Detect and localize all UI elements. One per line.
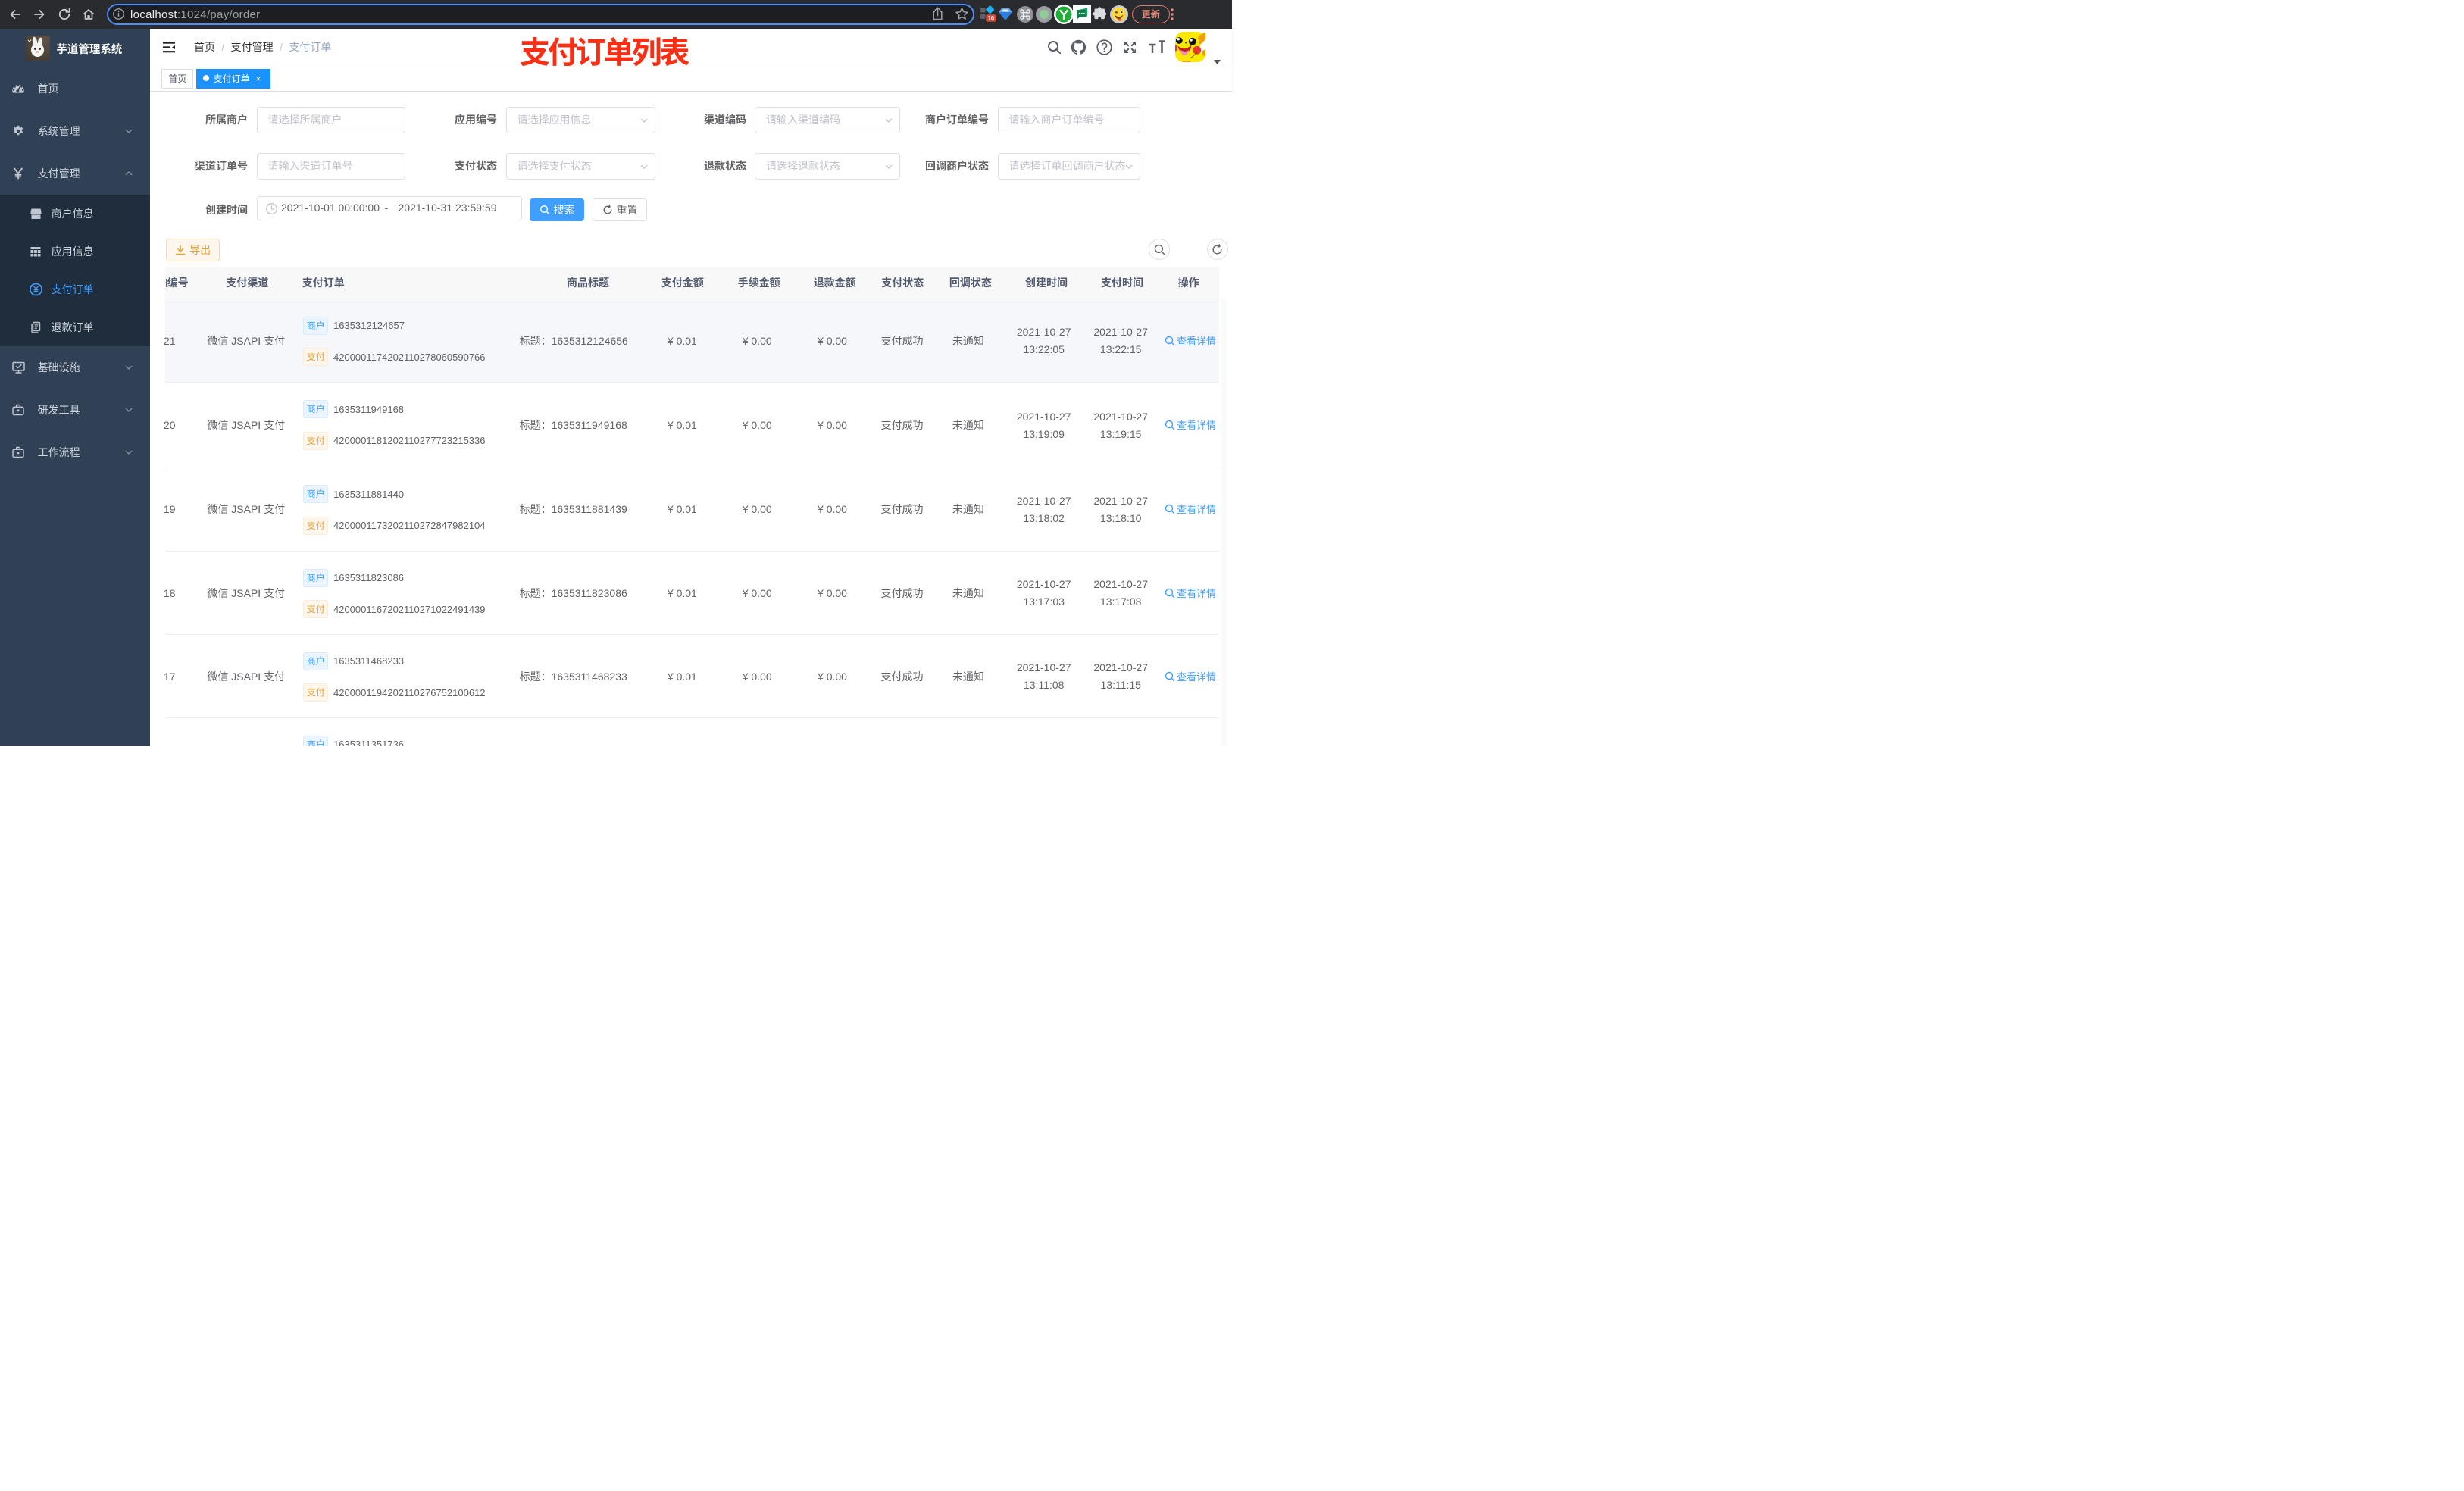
svg-text:10: 10 (987, 15, 994, 22)
